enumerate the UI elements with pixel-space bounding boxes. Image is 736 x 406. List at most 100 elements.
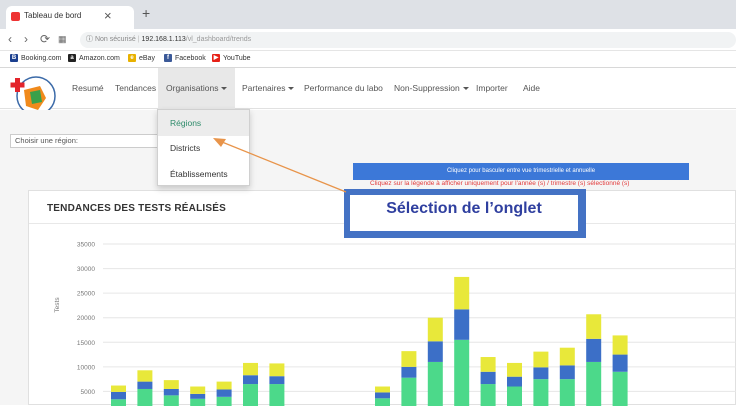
bookmark-amazon[interactable]: a Amazon.com — [68, 54, 120, 62]
bar-segment-green[interactable] — [454, 339, 470, 406]
organisations-dropdown: Régions Districts Établissements — [157, 109, 250, 186]
bar-segment-yellow[interactable] — [269, 363, 285, 377]
bar-segment-green[interactable] — [533, 379, 549, 406]
amazon-icon: a — [68, 54, 76, 62]
chevron-down-icon — [221, 87, 228, 91]
bar-segment-yellow[interactable] — [507, 362, 522, 377]
bar-segment-blue[interactable] — [163, 388, 179, 396]
bookmarks-bar: B Booking.com a Amazon.com e eBay f Face… — [0, 51, 736, 68]
y-tick-label: 20000 — [77, 315, 95, 322]
bar-segment-blue[interactable] — [480, 371, 496, 385]
bar-segment-blue[interactable] — [559, 365, 575, 380]
bar-segment-green[interactable] — [480, 384, 496, 406]
browser-tab[interactable]: Tableau de bord × — [6, 6, 134, 29]
url-warning: Non sécurisé — [94, 36, 136, 43]
bar-segment-blue[interactable] — [401, 366, 417, 378]
annotation-text: Sélection de l’onglet — [386, 200, 542, 217]
reload-icon[interactable]: ⟳ — [40, 32, 50, 46]
nav-resume[interactable]: Resumé — [68, 68, 108, 109]
bar-segment-blue[interactable] — [612, 354, 628, 372]
bar-segment-green[interactable] — [243, 384, 258, 406]
nav-performance-labo[interactable]: Performance du labo — [300, 68, 387, 109]
bar-segment-yellow[interactable] — [533, 351, 549, 368]
bar-segment-yellow[interactable] — [163, 380, 179, 389]
apps-icon[interactable]: ▦ — [58, 34, 67, 45]
region-select[interactable]: Choisir une région: — [10, 134, 170, 148]
bar-segment-blue[interactable] — [111, 391, 126, 400]
bar-segment-blue[interactable] — [137, 381, 153, 389]
new-tab-icon[interactable]: + — [142, 5, 150, 21]
bar-segment-blue[interactable] — [243, 375, 258, 385]
nav-non-suppression[interactable]: Non-Suppression — [390, 68, 473, 109]
y-tick-label: 5000 — [81, 389, 96, 396]
bar-segment-yellow[interactable] — [216, 381, 232, 390]
bar-segment-yellow[interactable] — [375, 386, 390, 393]
legend-note: Cliquez sur la légende à afficher unique… — [370, 180, 630, 187]
y-tick-label: 30000 — [77, 266, 95, 273]
bar-segment-yellow[interactable] — [559, 347, 575, 366]
main-content: Choisir une région: Cliquez pour bascule… — [0, 110, 736, 406]
annotation-callout: Sélection de l’onglet — [344, 189, 586, 238]
y-tick-label: 25000 — [77, 291, 95, 298]
browser-tab-bar: Tableau de bord × + — [0, 0, 736, 29]
bar-segment-green[interactable] — [586, 361, 602, 406]
app-navbar: Resumé Tendances Organisations Partenair… — [0, 68, 736, 116]
bar-segment-blue[interactable] — [586, 338, 602, 362]
bar-segment-green[interactable] — [401, 377, 417, 406]
address-bar: ‹ › ⟳ ▦ ⓘ Non sécurisé | 192.168.1.113/v… — [0, 29, 736, 51]
bar-segment-yellow[interactable] — [190, 386, 206, 394]
forward-icon[interactable]: › — [24, 32, 28, 46]
bar-segment-blue[interactable] — [507, 376, 522, 387]
bar-segment-green[interactable] — [163, 395, 179, 406]
back-icon[interactable]: ‹ — [8, 32, 12, 46]
bar-segment-blue[interactable] — [454, 309, 470, 340]
dropdown-item-regions[interactable]: Régions — [158, 110, 249, 136]
bar-segment-blue[interactable] — [375, 392, 390, 399]
bookmark-booking[interactable]: B Booking.com — [10, 54, 61, 62]
bar-segment-yellow[interactable] — [401, 351, 417, 367]
bar-segment-blue[interactable] — [269, 376, 285, 385]
bar-segment-yellow[interactable] — [111, 385, 126, 392]
nav-aide[interactable]: Aide — [519, 68, 544, 109]
tab-close-icon[interactable]: × — [104, 8, 112, 23]
tab-title: Tableau de bord — [24, 11, 82, 20]
bar-segment-blue[interactable] — [427, 341, 443, 362]
ebay-icon: e — [128, 54, 136, 62]
chevron-down-icon — [288, 87, 295, 91]
y-axis-label: Tests — [54, 297, 61, 313]
bar-segment-green[interactable] — [612, 371, 628, 406]
chevron-down-icon — [462, 87, 469, 91]
booking-icon: B — [10, 54, 18, 62]
bar-segment-green[interactable] — [559, 379, 575, 406]
nav-organisations[interactable]: Organisations — [158, 68, 236, 109]
bar-segment-yellow[interactable] — [427, 317, 443, 342]
favicon-icon — [11, 12, 20, 21]
nav-partenaires[interactable]: Partenaires — [238, 68, 298, 109]
bar-segment-yellow[interactable] — [137, 370, 153, 382]
bar-segment-blue[interactable] — [533, 367, 549, 380]
bar-segment-blue[interactable] — [190, 393, 206, 399]
bookmark-facebook[interactable]: f Facebook — [164, 54, 206, 62]
bar-segment-yellow[interactable] — [243, 362, 258, 376]
dropdown-item-districts[interactable]: Districts — [158, 135, 249, 161]
dropdown-item-etablissements[interactable]: Établissements — [158, 161, 249, 187]
bar-segment-green[interactable] — [137, 388, 153, 406]
bar-segment-yellow[interactable] — [612, 335, 628, 355]
bookmark-ebay[interactable]: e eBay — [128, 54, 155, 62]
bar-segment-yellow[interactable] — [480, 357, 496, 372]
nav-importer[interactable]: Importer — [472, 68, 512, 109]
url-field[interactable]: ⓘ Non sécurisé | 192.168.1.113/vl_dashbo… — [80, 32, 736, 48]
bar-segment-yellow[interactable] — [586, 314, 602, 339]
nav-tendances[interactable]: Tendances — [111, 68, 160, 109]
bar-segment-blue[interactable] — [216, 389, 232, 397]
info-icon: ⓘ — [86, 36, 93, 43]
bar-segment-green[interactable] — [269, 384, 285, 406]
toggle-view-button[interactable]: Cliquez pour basculer entre vue trimestr… — [353, 163, 689, 180]
bar-segment-yellow[interactable] — [454, 276, 470, 310]
youtube-icon: ▶ — [212, 54, 220, 62]
bookmark-youtube[interactable]: ▶ YouTube — [212, 54, 251, 62]
y-tick-label: 15000 — [77, 340, 95, 347]
bar-segment-green[interactable] — [507, 386, 522, 406]
y-tick-label: 35000 — [77, 242, 95, 249]
bar-segment-green[interactable] — [427, 361, 443, 406]
